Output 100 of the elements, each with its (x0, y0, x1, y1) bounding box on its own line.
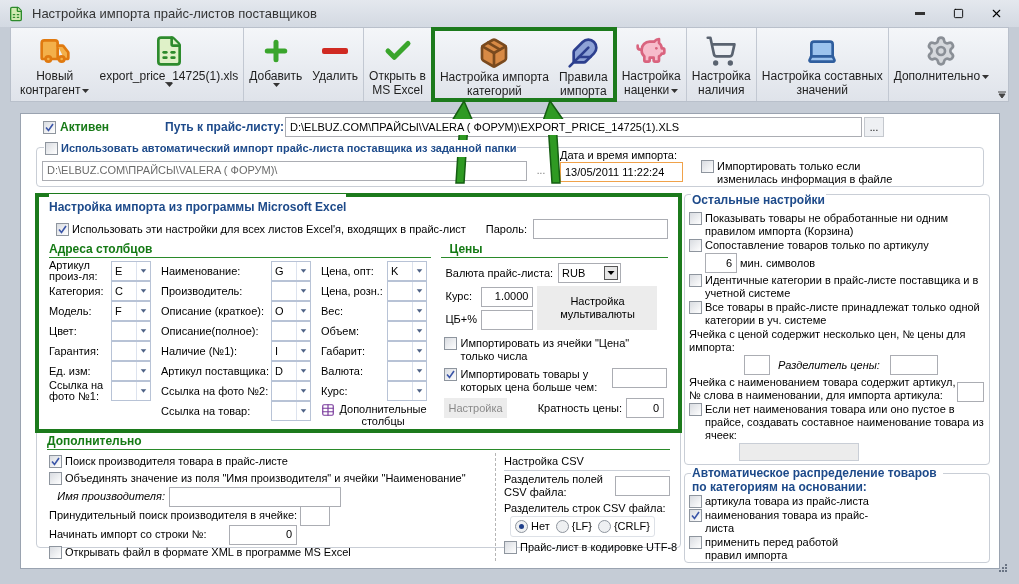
column-combo[interactable] (387, 381, 427, 401)
checkbox[interactable] (689, 274, 702, 287)
column-combo[interactable] (111, 361, 151, 381)
column-label: Цена, розн.: (321, 285, 384, 297)
radio-button[interactable] (597, 519, 611, 533)
column-label: Габарит: (321, 345, 366, 357)
checkbox[interactable] (444, 368, 458, 381)
browse-button[interactable]: ... (530, 160, 552, 181)
password-label: Пароль: (485, 221, 527, 237)
column-combo[interactable]: E (111, 261, 151, 281)
checkbox[interactable] (45, 141, 58, 155)
checkbox[interactable] (49, 455, 62, 468)
compose-cells-field[interactable] (739, 443, 859, 461)
radio-label: {CRLF} (613, 519, 650, 534)
column-combo[interactable]: K (387, 261, 427, 281)
multiplicity-field[interactable]: 0 (626, 398, 664, 418)
column-combo[interactable] (271, 281, 311, 301)
radio-button[interactable] (555, 519, 569, 533)
toolbar-button[interactable]: Добавить (244, 28, 308, 101)
currency-select[interactable]: RUB (558, 263, 622, 283)
checkbox[interactable] (43, 120, 56, 134)
cb-percent-field[interactable] (481, 309, 534, 330)
column-combo[interactable] (387, 281, 427, 301)
toolbar-button[interactable]: Удалить (307, 28, 364, 101)
start-row-field[interactable]: 0 (229, 524, 297, 545)
checkbox-label: Сопоставление товаров только по артикулу (705, 239, 929, 252)
manufacturer-name-field[interactable] (169, 486, 341, 507)
price-separator-field[interactable] (890, 355, 938, 375)
column-label: Наличие (№1): (161, 345, 238, 357)
price-separator-label: Разделитель цены: (778, 357, 881, 373)
table-icon (321, 403, 335, 417)
column-combo[interactable]: O (271, 301, 311, 321)
window-title: Настройка импорта прайс-листов поставщиков (32, 4, 318, 23)
extra-columns-button[interactable]: Дополнительные столбцы (321, 403, 428, 427)
checkbox[interactable] (689, 212, 702, 225)
column-combo[interactable] (387, 321, 427, 341)
password-field[interactable] (533, 219, 668, 239)
column-combo[interactable]: G (271, 261, 311, 281)
column-combo[interactable] (111, 381, 151, 401)
checkbox[interactable] (504, 540, 517, 554)
toolbar-button[interactable]: Дополнительно (888, 28, 995, 101)
checkbox-label: Поиск производителя товара в прайс-листе (65, 455, 288, 468)
toolbar-button[interactable]: Открыть в MS Excel (364, 28, 431, 101)
minimize-icon (915, 12, 925, 15)
radio-button[interactable] (515, 519, 528, 533)
datetime-field[interactable]: 13/05/2011 11:22:24 (560, 162, 683, 182)
checkbox[interactable] (689, 536, 702, 549)
checkbox-label: Идентичные категории в прайс-листе поставщика и в учетной системе (705, 274, 980, 300)
multicurrency-button[interactable]: Настройка мультивалюты (537, 286, 658, 330)
toolbar-button[interactable]: Настройка наценки (616, 28, 686, 101)
column-combo[interactable] (271, 401, 311, 421)
toolbar-button[interactable]: Настройка наличия (686, 28, 756, 101)
column-combo[interactable]: C (111, 281, 151, 301)
maximize-icon (952, 8, 964, 19)
toolbar-button[interactable]: Новый контрагент (15, 28, 95, 101)
column-label: Цвет: (49, 325, 78, 337)
column-label: Производитель: (161, 285, 244, 297)
checkbox-label: Импортировать из ячейки "Цена" только числа (460, 337, 631, 363)
toolbar-button[interactable]: Настройка составных значений (756, 28, 888, 101)
column-combo[interactable] (387, 301, 427, 321)
column-combo[interactable] (387, 341, 427, 361)
min-chars-field[interactable]: 6 (705, 253, 737, 273)
forced-search-field[interactable] (300, 505, 331, 526)
min-price-field[interactable] (612, 368, 668, 388)
radio-label: Нет (531, 519, 550, 534)
checkbox[interactable] (689, 239, 702, 252)
checkbox[interactable] (444, 337, 458, 350)
checkbox[interactable] (689, 403, 702, 416)
extra-section-title: Дополнительно (47, 434, 670, 450)
rate-field[interactable]: 1.0000 (481, 286, 534, 307)
column-label: Ссылка на товар: (161, 405, 252, 417)
column-label: Ссылка на фото №1: (49, 380, 105, 402)
checkbox-label: Импортировать только если изменилась информация в файле (717, 160, 894, 186)
column-combo[interactable] (387, 361, 427, 381)
browse-button[interactable]: ... (864, 117, 884, 137)
column-combo[interactable] (271, 321, 311, 341)
column-combo[interactable] (111, 321, 151, 341)
column-combo[interactable] (271, 381, 311, 401)
column-combo[interactable] (111, 341, 151, 361)
toolbar-button[interactable]: export_price_14725(1).xls (94, 28, 244, 101)
price-number-field[interactable] (744, 355, 770, 375)
toolbar-button[interactable]: Правила импорта (553, 31, 613, 98)
column-label: Ед. изм: (49, 365, 92, 377)
checkbox[interactable] (689, 301, 702, 314)
checkbox[interactable] (56, 222, 69, 236)
checkbox[interactable] (49, 546, 62, 559)
article-word-field[interactable] (957, 382, 984, 402)
toolbar-button[interactable]: Настройка импорта категорий (434, 31, 554, 98)
csv-section-title: Настройка CSV (504, 453, 670, 471)
column-combo[interactable]: I (271, 341, 311, 361)
path-field[interactable]: D:\ELBUZ.COM\ПРАЙСЫ\VALERA ( ФОРУМ)\EXPORT_PRICE_14725(1).XLS (285, 117, 862, 137)
checkbox[interactable] (689, 509, 702, 522)
checkbox[interactable] (689, 495, 702, 508)
column-combo[interactable]: D (271, 361, 311, 381)
column-label: Описание (краткое): (161, 305, 266, 317)
folder-field[interactable]: D:\ELBUZ.COM\ПРАЙСЫ\VALERA ( ФОРУМ)\ (42, 160, 527, 181)
field-separator-field[interactable] (615, 475, 670, 496)
checkbox[interactable] (49, 472, 62, 485)
checkbox[interactable] (701, 160, 714, 173)
column-combo[interactable]: F (111, 301, 151, 321)
